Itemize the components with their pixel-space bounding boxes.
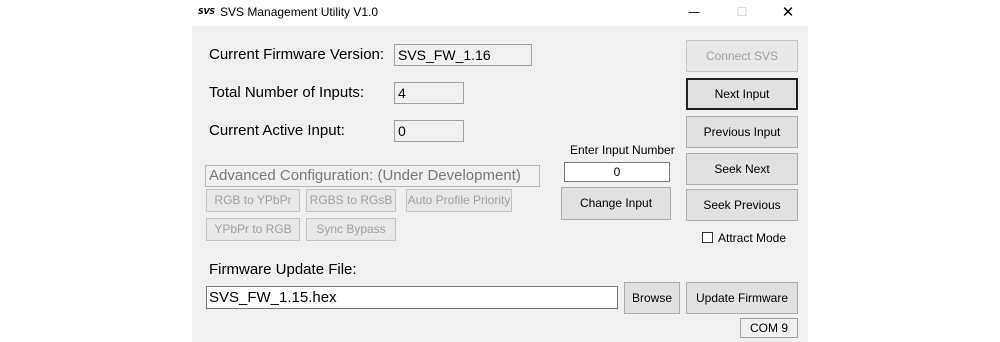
next-input-button[interactable]: Next Input	[686, 78, 798, 110]
previous-input-button[interactable]: Previous Input	[686, 116, 798, 148]
change-input-button[interactable]: Change Input	[561, 187, 671, 220]
browse-button[interactable]: Browse	[624, 282, 680, 314]
total-inputs-label: Total Number of Inputs:	[209, 84, 365, 101]
seek-previous-button[interactable]: Seek Previous	[686, 189, 798, 221]
seek-next-button[interactable]: Seek Next	[686, 153, 798, 185]
enter-input-number-label: Enter Input Number	[570, 143, 675, 157]
maximize-button[interactable]: ☐	[720, 0, 764, 26]
connect-svs-button[interactable]: Connect SVS	[686, 40, 798, 72]
advanced-config-header: Advanced Configuration: (Under Developme…	[205, 165, 540, 187]
rgb-to-ypbpr-button[interactable]: RGB to YPbPr	[206, 189, 300, 212]
title-bar: SVS SVS Management Utility V1.0 — ☐ ✕	[192, 0, 808, 26]
active-input-label: Current Active Input:	[209, 122, 345, 139]
update-firmware-button[interactable]: Update Firmware	[686, 282, 798, 314]
firmware-version-label: Current Firmware Version:	[209, 46, 385, 63]
rgbs-to-rgsb-button[interactable]: RGBS to RGsB	[306, 189, 396, 212]
auto-profile-priority-button[interactable]: Auto Profile Priority	[406, 189, 512, 212]
sync-bypass-button[interactable]: Sync Bypass	[306, 218, 396, 241]
close-button[interactable]: ✕	[766, 0, 810, 26]
input-number-field[interactable]: 0	[564, 162, 670, 182]
active-input-field: 0	[394, 120, 464, 142]
app-logo-icon: SVS	[198, 7, 215, 16]
minimize-button[interactable]: —	[672, 0, 716, 26]
ypbpr-to-rgb-button[interactable]: YPbPr to RGB	[206, 218, 300, 241]
window-title: SVS Management Utility V1.0	[220, 5, 379, 19]
firmware-update-label: Firmware Update File:	[209, 261, 357, 278]
firmware-version-field: SVS_FW_1.16	[394, 44, 532, 66]
attract-mode-label: Attract Mode	[718, 231, 787, 245]
firmware-file-input[interactable]: SVS_FW_1.15.hex	[206, 286, 618, 309]
attract-mode-checkbox[interactable]	[702, 232, 713, 243]
total-inputs-field: 4	[394, 82, 464, 104]
main-window: SVS SVS Management Utility V1.0 — ☐ ✕ Cu…	[192, 0, 808, 342]
com-port-status: COM 9	[740, 318, 798, 338]
